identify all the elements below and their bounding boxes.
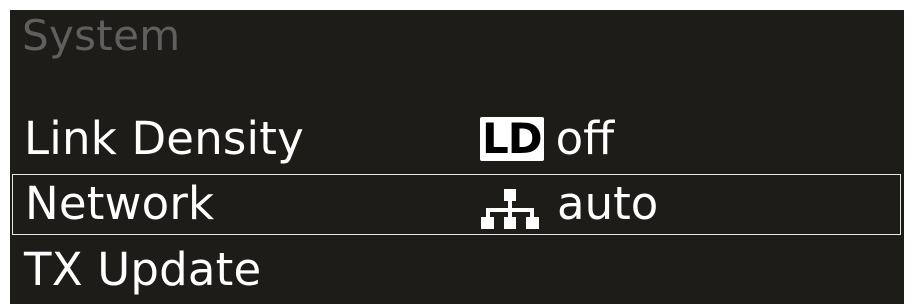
menu-title: System — [22, 11, 181, 60]
menu-item-value: off — [555, 112, 615, 165]
menu-item-label: Link Density — [24, 112, 304, 165]
menu-item-network[interactable]: Network auto — [12, 174, 901, 235]
ld-icon: LD — [480, 117, 544, 161]
network-icon — [481, 189, 539, 229]
menu-list: Link Density LD off Network auto TX Upda… — [10, 108, 904, 304]
menu-item-link-density[interactable]: Link Density LD off — [10, 108, 904, 170]
menu-item-value-group: auto — [481, 177, 658, 231]
menu-item-label: TX Update — [24, 243, 262, 296]
menu-item-value: auto — [557, 177, 659, 230]
menu-item-tx-update[interactable]: TX Update — [10, 239, 904, 301]
device-screen: System Link Density LD off Network auto … — [10, 10, 904, 304]
menu-item-label: Network — [25, 177, 215, 230]
ld-icon-text: LD — [482, 114, 543, 163]
menu-item-value-group: LD off — [480, 112, 614, 166]
